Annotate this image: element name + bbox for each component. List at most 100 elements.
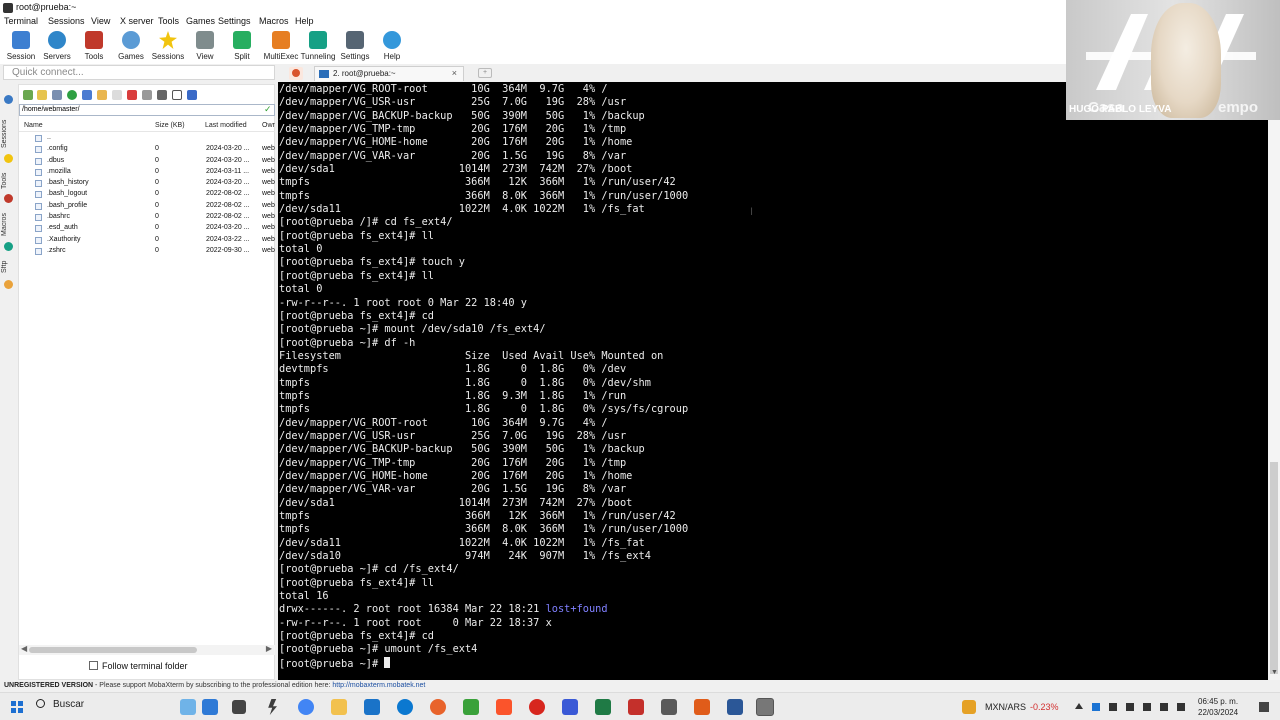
task-view-icon[interactable]	[232, 700, 246, 714]
firefox-icon[interactable]	[430, 699, 446, 715]
taskbar-clock[interactable]: 06:45 p. m. 22/03/2024	[1198, 696, 1238, 718]
split-button[interactable]: Split	[221, 30, 263, 63]
file-row[interactable]: .zshrc 0 2022-09-30 ... web	[19, 246, 275, 257]
servers-button[interactable]: Servers	[36, 30, 78, 63]
scroll-thumb[interactable]	[29, 647, 197, 653]
onedrive-icon[interactable]	[1092, 703, 1100, 711]
notifications-icon[interactable]	[1259, 702, 1269, 712]
file-row[interactable]: .bashrc 0 2022-08-02 ... web	[19, 212, 275, 223]
windows-start-icon[interactable]	[11, 701, 23, 713]
menu-terminal[interactable]: Terminal	[4, 16, 38, 26]
new-tab-button[interactable]: +	[478, 68, 492, 78]
mail-icon[interactable]	[364, 699, 380, 715]
file-row[interactable]: .mozilla 0 2024-03-11 ... web	[19, 167, 275, 178]
checkbox-icon[interactable]	[89, 661, 98, 670]
taskbar-search[interactable]: Buscar	[36, 699, 186, 715]
battery-icon[interactable]	[1177, 703, 1185, 711]
menu-view[interactable]: View	[91, 16, 110, 26]
file-row[interactable]: .esd_auth 0 2024-03-20 ... web	[19, 223, 275, 234]
c-app-icon[interactable]	[463, 699, 479, 715]
currency-rate[interactable]: MXN/ARS -0.23%	[985, 702, 1059, 712]
column-name[interactable]: Name	[24, 122, 43, 129]
list-view-icon[interactable]	[187, 90, 197, 100]
tab-root-prueba[interactable]: 2. root@prueba:~ ×	[314, 66, 464, 81]
widget-icon[interactable]	[180, 699, 196, 715]
home-folder-icon[interactable]	[52, 90, 62, 100]
pdf-icon[interactable]	[628, 699, 644, 715]
column-owner[interactable]: Owr	[262, 122, 275, 129]
menu-macros[interactable]: Macros	[259, 16, 289, 26]
menu-tools[interactable]: Tools	[158, 16, 179, 26]
tray-chevron-icon[interactable]	[1075, 703, 1083, 709]
new-file-icon[interactable]	[112, 90, 122, 100]
opera-icon[interactable]	[529, 699, 545, 715]
menu-sessions[interactable]: Sessions	[48, 16, 85, 26]
stock-widget-icon[interactable]	[962, 700, 976, 714]
lightning-app-icon[interactable]	[268, 699, 277, 715]
side-tab-tools[interactable]: Tools	[1, 168, 17, 194]
zoom-icon[interactable]	[562, 699, 578, 715]
download-icon[interactable]	[82, 90, 92, 100]
upload-icon[interactable]	[157, 90, 167, 100]
chrome-icon[interactable]	[298, 699, 314, 715]
mobatek-link[interactable]: http://mobaxterm.mobatek.net	[332, 682, 425, 689]
scroll-down-icon[interactable]: ▼	[1271, 669, 1278, 676]
file-row[interactable]: ..	[19, 133, 275, 144]
home-tab[interactable]	[289, 67, 303, 80]
sessions-button[interactable]: Sessions	[147, 30, 189, 63]
side-tab-sftp[interactable]: Sftp	[1, 256, 17, 278]
follow-terminal-folder-checkbox[interactable]: Follow terminal folder	[89, 661, 188, 671]
delete-icon[interactable]	[127, 90, 137, 100]
file-row[interactable]: .bash_logout 0 2022-08-02 ... web	[19, 189, 275, 200]
new-folder-icon[interactable]	[97, 90, 107, 100]
scroll-thumb[interactable]	[1270, 462, 1278, 674]
menu-settings[interactable]: Settings	[218, 16, 251, 26]
file-explorer-icon[interactable]	[331, 699, 347, 715]
sftp-path-input[interactable]: /home/webmaster/ ✓	[19, 104, 275, 116]
wifi-icon[interactable]	[1143, 703, 1151, 711]
scroll-right-icon[interactable]: ▶	[266, 644, 272, 653]
multiexec-button[interactable]: MultiExec	[260, 30, 302, 63]
brave-icon[interactable]	[496, 699, 512, 715]
file-row[interactable]: .Xauthority 0 2024-03-22 ... web	[19, 235, 275, 246]
collapse-arrow-icon[interactable]	[4, 95, 13, 104]
terminal-view[interactable]: /dev/mapper/VG_ROOT-root 10G 364M 9.7G 4…	[278, 82, 1268, 680]
microphone-icon[interactable]	[1109, 703, 1117, 711]
games-button[interactable]: Games	[110, 30, 152, 63]
word-icon[interactable]	[727, 699, 743, 715]
view-button[interactable]: View	[184, 30, 226, 63]
text-mode-icon[interactable]	[172, 90, 182, 100]
column-last-modified[interactable]: Last modified	[205, 122, 247, 129]
quick-connect-input[interactable]: Quick connect...	[3, 65, 275, 80]
file-row[interactable]: .config 0 2024-03-20 ... web	[19, 144, 275, 155]
folder-icon[interactable]	[37, 90, 47, 100]
menu-help[interactable]: Help	[295, 16, 314, 26]
menu-games[interactable]: Games	[186, 16, 215, 26]
file-row[interactable]: .dbus 0 2024-03-20 ... web	[19, 156, 275, 167]
mobaxterm-taskbar-icon[interactable]	[756, 698, 774, 716]
tools-button[interactable]: Tools	[73, 30, 115, 63]
up-folder-icon[interactable]	[23, 90, 33, 100]
volume-icon[interactable]	[1160, 703, 1168, 711]
terminal-scrollbar[interactable]: ▼	[1268, 82, 1280, 680]
virtualbox-icon[interactable]	[661, 699, 677, 715]
display-icon[interactable]	[1126, 703, 1134, 711]
close-tab-icon[interactable]: ×	[452, 68, 457, 78]
file-row[interactable]: .bash_profile 0 2022-08-02 ... web	[19, 201, 275, 212]
file-row[interactable]: .bash_history 0 2024-03-20 ... web	[19, 178, 275, 189]
tunneling-button[interactable]: Tunneling	[297, 30, 339, 63]
sftp-horizontal-scrollbar[interactable]: ◀ ▶	[19, 644, 275, 655]
refresh-icon[interactable]	[67, 90, 77, 100]
menu-xserver[interactable]: X server	[120, 16, 154, 26]
help-button[interactable]: Help	[371, 30, 413, 63]
side-tab-sessions[interactable]: Sessions	[1, 114, 17, 154]
checkmark-icon[interactable]: ✓	[264, 105, 272, 114]
edge-icon[interactable]	[397, 699, 413, 715]
excel-icon[interactable]	[595, 699, 611, 715]
scroll-left-icon[interactable]: ◀	[21, 644, 27, 653]
copilot-icon[interactable]	[202, 699, 218, 715]
settings-button[interactable]: Settings	[334, 30, 376, 63]
app-icon[interactable]	[694, 699, 710, 715]
tools-icon[interactable]	[142, 90, 152, 100]
side-tab-macros[interactable]: Macros	[1, 208, 17, 242]
